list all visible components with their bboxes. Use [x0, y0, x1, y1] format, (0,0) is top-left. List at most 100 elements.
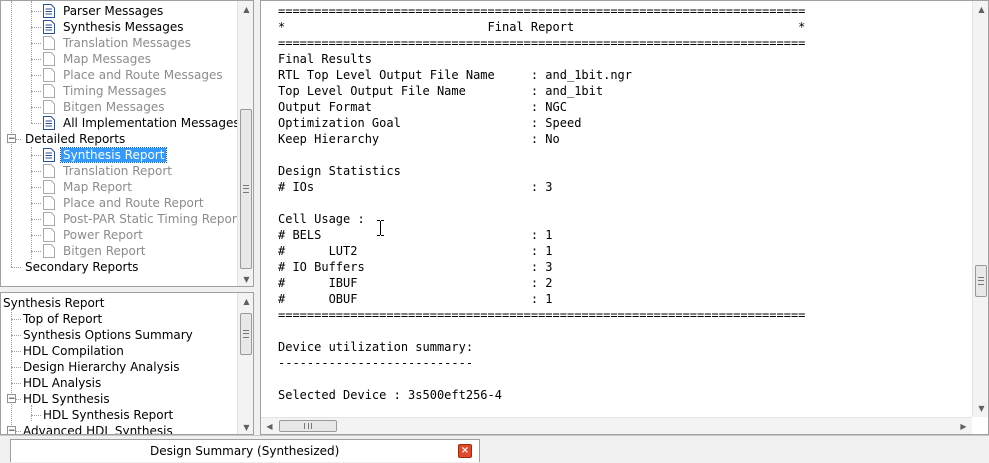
outline-item-hdl-analysis[interactable]: HDL Analysis — [23, 375, 101, 391]
outline-item-top-of-report[interactable]: Top of Report — [23, 311, 102, 327]
document-icon — [43, 4, 55, 18]
scroll-up-arrow-icon[interactable]: ▲ — [973, 1, 988, 18]
scroll-up-arrow-icon[interactable]: ▲ — [238, 1, 253, 18]
tree-item-power-report[interactable]: Power Report — [43, 227, 145, 243]
tab-label: Design Summary (Synthesized) — [150, 444, 340, 458]
document-icon — [43, 180, 55, 194]
tree-item-place-and-route-messages[interactable]: Place and Route Messages — [43, 67, 225, 83]
tree-item-map-messages[interactable]: Map Messages — [43, 51, 153, 67]
report-line: ========================================… — [278, 36, 806, 50]
tree-item-label: Place and Route Messages — [63, 68, 223, 82]
scroll-thumb[interactable] — [240, 313, 252, 355]
report-view: ========================================… — [260, 0, 989, 435]
report-line — [278, 195, 968, 211]
tree-item-label: Map Report — [63, 180, 132, 194]
outline-item-synthesis-report[interactable]: Synthesis Report — [3, 295, 104, 311]
scroll-down-arrow-icon[interactable]: ▼ — [973, 400, 988, 417]
document-icon — [43, 20, 55, 34]
outline-item-hdl-synthesis-report[interactable]: HDL Synthesis Report — [43, 407, 173, 423]
tree-item-translation-messages[interactable]: Translation Messages — [43, 35, 193, 51]
document-icon — [43, 116, 55, 130]
scroll-left-arrow-icon[interactable]: ◀ — [261, 418, 278, 434]
scroll-down-arrow-icon[interactable]: ▼ — [238, 271, 253, 286]
tree-item-secondary-reports[interactable]: Secondary Reports — [23, 259, 140, 275]
report-line: RTL Top Level Output File Name : and_1bi… — [278, 68, 633, 82]
report-outline-tree: Synthesis Report Top of Report Synthesis O… — [1, 293, 237, 434]
tree-item-label: Translation Report — [63, 164, 172, 178]
report-line: Output Format : NGC — [278, 100, 567, 114]
document-icon — [43, 84, 55, 98]
scroll-up-arrow-icon[interactable]: ▲ — [238, 293, 253, 310]
document-icon — [43, 164, 55, 178]
report-line: * Final Report * — [278, 20, 806, 34]
report-outline-panel: Synthesis Report Top of Report Synthesis O… — [0, 292, 254, 435]
report-line: Top Level Output File Name : and_1bit — [278, 84, 604, 98]
outline-item-design-hierarchy-analysis[interactable]: Design Hierarchy Analysis — [23, 359, 180, 375]
report-line: --------------------------- — [278, 356, 474, 370]
scroll-thumb[interactable] — [279, 420, 337, 432]
collapse-icon[interactable]: − — [7, 426, 16, 434]
tree-item-detailed-reports[interactable]: Detailed Reports — [23, 131, 127, 147]
scroll-thumb[interactable] — [240, 109, 252, 269]
tree-item-parser-messages[interactable]: Parser Messages — [43, 3, 165, 19]
report-line — [278, 371, 968, 387]
close-icon[interactable]: × — [458, 444, 472, 458]
tree-item-label: Bitgen Report — [63, 244, 146, 258]
scroll-thumb[interactable] — [975, 265, 987, 297]
tree-item-place-and-route-report[interactable]: Place and Route Report — [43, 195, 206, 211]
report-vscrollbar[interactable]: ▲ ▼ — [972, 1, 988, 417]
document-icon — [43, 148, 55, 162]
tree-item-translation-report[interactable]: Translation Report — [43, 163, 174, 179]
tree-item-label: Parser Messages — [63, 4, 164, 18]
tab-design-summary[interactable]: Design Summary (Synthesized) × — [10, 439, 480, 462]
report-line: # LUT2 : 1 — [278, 244, 553, 258]
tree-item-label: All Implementation Messages — [63, 116, 240, 130]
report-hscrollbar[interactable]: ◀ ▶ — [261, 417, 972, 434]
collapse-icon[interactable]: − — [7, 134, 16, 144]
tree-item-label: Detailed Reports — [25, 132, 126, 146]
scroll-right-arrow-icon[interactable]: ▶ — [955, 418, 972, 434]
tree-item-bitgen-messages[interactable]: Bitgen Messages — [43, 99, 167, 115]
tree-item-all-implementation-messages[interactable]: All Implementation Messages — [43, 115, 242, 131]
document-icon — [43, 52, 55, 66]
tree-item-timing-messages[interactable]: Timing Messages — [43, 83, 168, 99]
document-icon — [43, 100, 55, 114]
document-icon — [43, 36, 55, 50]
outline-item-advanced-hdl-synthesis[interactable]: Advanced HDL Synthesis — [23, 423, 173, 434]
report-line — [278, 323, 968, 339]
report-line: Selected Device : 3s500eft256-4 — [278, 388, 502, 402]
tree-item-label: Translation Messages — [63, 36, 192, 50]
report-line: Keep Hierarchy : No — [278, 132, 560, 146]
tree-item-bitgen-report[interactable]: Bitgen Report — [43, 243, 147, 259]
process-tree-vscrollbar[interactable]: ▲ ▼ — [237, 1, 253, 286]
report-line: ========================================… — [278, 4, 806, 18]
document-icon — [43, 212, 55, 226]
tree-item-post-par-static-timing-report[interactable]: Post-PAR Static Timing Report — [43, 211, 244, 227]
i-beam-cursor-icon — [377, 220, 384, 236]
report-line: Design Statistics — [278, 164, 401, 178]
report-line: # IO Buffers : 3 — [278, 260, 553, 274]
tree-item-map-report[interactable]: Map Report — [43, 179, 134, 195]
report-line: # IOs : 3 — [278, 180, 553, 194]
outline-item-hdl-compilation[interactable]: HDL Compilation — [23, 343, 124, 359]
tree-item-label: Bitgen Messages — [63, 100, 165, 114]
outline-item-hdl-synthesis[interactable]: HDL Synthesis — [23, 391, 110, 407]
process-tree: Parser Messages Synthesis Messages Transla… — [1, 1, 242, 286]
collapse-icon[interactable]: − — [7, 394, 16, 404]
report-line: Device utilization summary: — [278, 340, 474, 354]
tree-item-label: Power Report — [63, 228, 143, 242]
tree-item-label: Post-PAR Static Timing Report — [63, 212, 242, 226]
document-icon — [43, 244, 55, 258]
outline-item-synthesis-options-summary[interactable]: Synthesis Options Summary — [23, 327, 193, 343]
document-tab-bar: Design Summary (Synthesized) × — [0, 435, 989, 463]
tree-item-label: Synthesis Messages — [63, 20, 184, 34]
report-line: # OBUF : 1 — [278, 292, 553, 306]
report-line: # IBUF : 2 — [278, 276, 553, 290]
tree-item-synthesis-report[interactable]: Synthesis Report — [43, 147, 168, 163]
tree-item-label: Secondary Reports — [25, 260, 139, 274]
report-text[interactable]: ========================================… — [278, 3, 968, 417]
scroll-down-arrow-icon[interactable]: ▼ — [238, 419, 253, 434]
tree-item-synthesis-messages[interactable]: Synthesis Messages — [43, 19, 186, 35]
tree-item-label: Timing Messages — [63, 84, 167, 98]
outline-vscrollbar[interactable]: ▲ ▼ — [237, 293, 253, 434]
